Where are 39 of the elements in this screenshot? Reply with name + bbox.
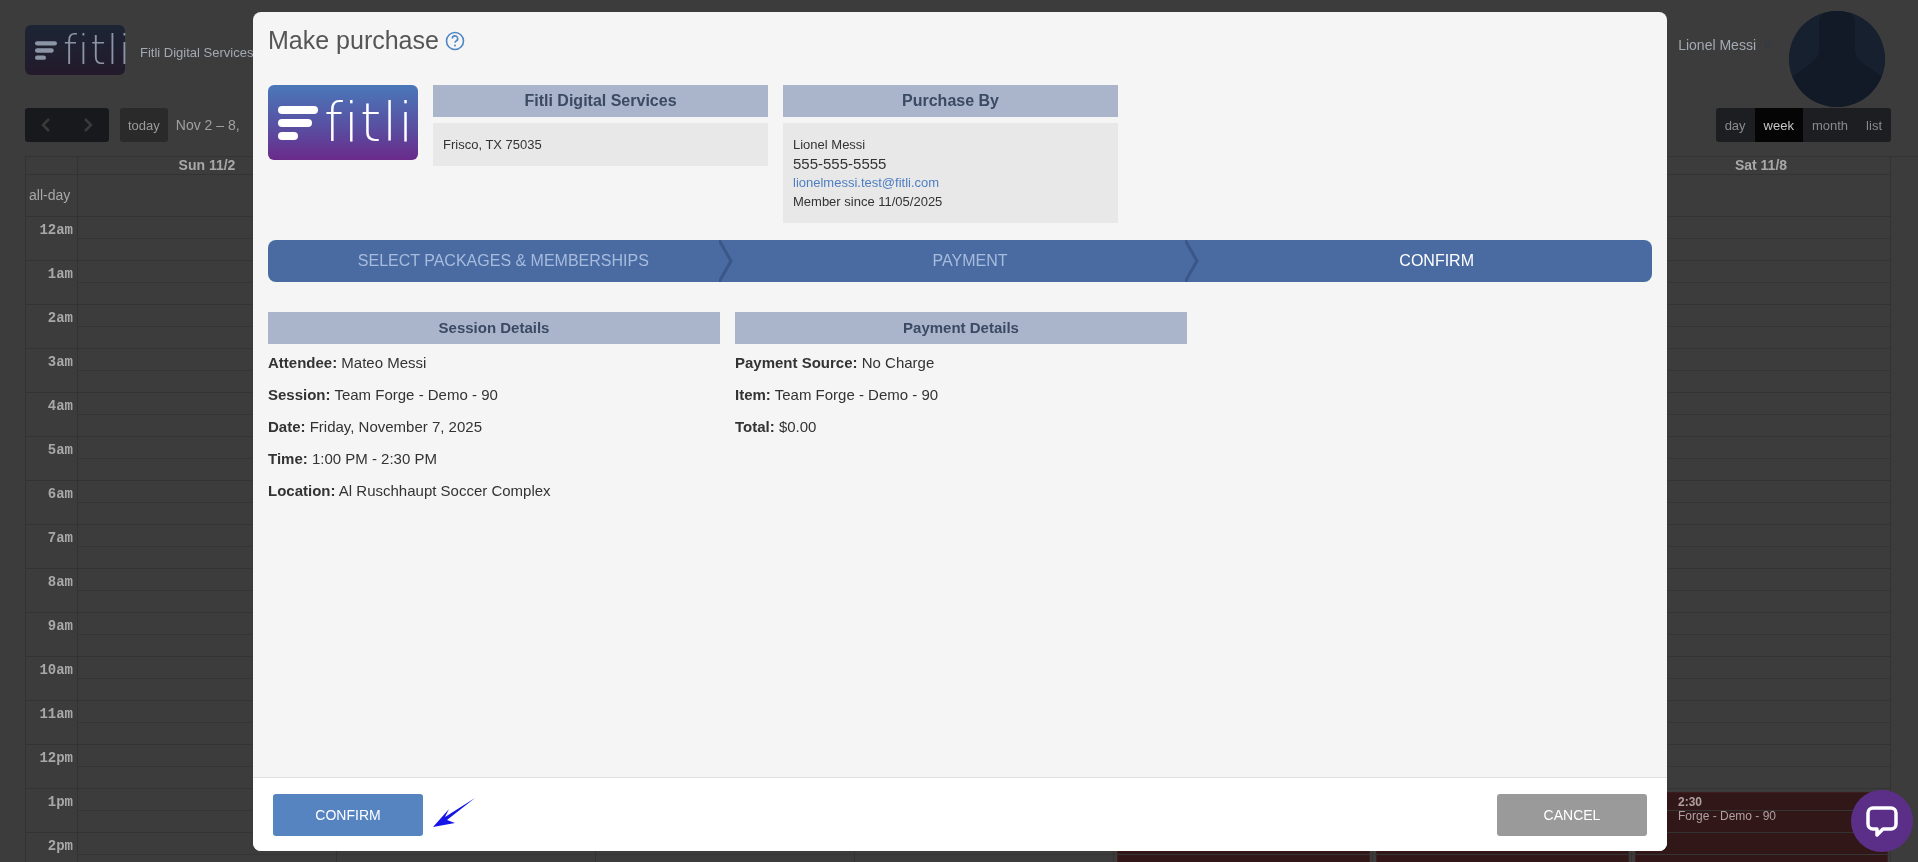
hour-label: 2am — [26, 305, 78, 349]
hour-label: 6am — [26, 481, 78, 525]
hour-label: 11am — [26, 701, 78, 745]
detail-line: Date: Friday, November 7, 2025 — [268, 417, 483, 437]
logo-text: fitli — [324, 95, 415, 150]
panel-heading: Purchase By — [783, 85, 1118, 117]
detail-line: Item: Team Forge - Demo - 90 — [735, 385, 940, 405]
hour-label: 9am — [26, 613, 78, 657]
detail-line: Session: Team Forge - Demo - 90 — [268, 385, 499, 405]
detail-line: Total: $0.00 — [735, 417, 818, 437]
hour-label: 12am — [26, 217, 78, 261]
all-day-label: all-day — [26, 175, 78, 217]
purchaser-phone: 555-555-5555 — [793, 154, 888, 173]
hour-label: 1am — [26, 261, 78, 305]
hour-label: 4am — [26, 393, 78, 437]
dialog-title: Make purchase — [268, 26, 439, 55]
brand-name: Fitli Digital Services — [140, 45, 254, 60]
hour-label: 7am — [26, 525, 78, 569]
hour-label: 5am — [26, 437, 78, 481]
company-address: Frisco, TX 75035 — [443, 136, 543, 154]
hour-label: 1pm — [26, 789, 78, 833]
date-range: Nov 2 – 8, — [175, 117, 240, 133]
event-title: Forge - Demo - 90 — [1678, 809, 1777, 823]
panel-heading: Fitli Digital Services — [433, 85, 768, 117]
section-heading: Payment Details — [735, 312, 1187, 344]
hour-label: 2pm — [26, 833, 78, 862]
purchaser-name: Lionel Messi — [793, 136, 867, 154]
logo-text: fitli — [63, 30, 132, 70]
section-heading: Session Details — [268, 312, 720, 344]
member-since: Member since 11/05/2025 — [793, 193, 944, 211]
hour-label: 12pm — [26, 745, 78, 789]
hour-label: 8am — [26, 569, 78, 613]
detail-line: Location: Al Ruschhaupt Soccer Complex — [268, 481, 552, 501]
hour-label: 3am — [26, 349, 78, 393]
detail-line: Time: 1:00 PM - 2:30 PM — [268, 449, 438, 469]
event-time: 2:30 — [1678, 795, 1704, 809]
hour-label: 10am — [26, 657, 78, 701]
detail-line: Attendee: Mateo Messi — [268, 353, 428, 373]
detail-line: Payment Source: No Charge — [735, 353, 936, 373]
